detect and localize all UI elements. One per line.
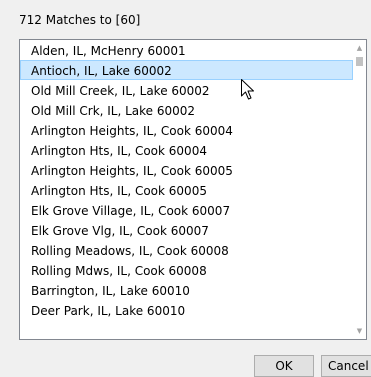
ok-button[interactable]: OK xyxy=(254,355,314,377)
list-item[interactable]: Arlington Heights, IL, Cook 60005 xyxy=(20,160,353,180)
cancel-button[interactable]: Cancel xyxy=(321,355,371,377)
list-item[interactable]: Arlington Hts, IL, Cook 60005 xyxy=(20,180,353,200)
list-item-selected[interactable]: Antioch, IL, Lake 60002 xyxy=(20,60,353,80)
mouse-pointer-icon xyxy=(240,78,256,102)
vertical-scrollbar[interactable]: ▲ ▼ xyxy=(353,40,366,339)
matches-listbox[interactable]: Alden, IL, McHenry 60001 Antioch, IL, La… xyxy=(19,39,367,340)
scroll-up-arrow-icon[interactable]: ▲ xyxy=(353,42,366,54)
list-item[interactable]: Alden, IL, McHenry 60001 xyxy=(20,40,353,60)
list-item[interactable]: Old Mill Creek, IL, Lake 60002 xyxy=(20,80,353,100)
list-item[interactable]: Old Mill Crk, IL, Lake 60002 xyxy=(20,100,353,120)
scroll-thumb[interactable] xyxy=(356,57,363,66)
matches-list-rows: Alden, IL, McHenry 60001 Antioch, IL, La… xyxy=(20,40,353,339)
list-item[interactable]: Rolling Mdws, IL, Cook 60008 xyxy=(20,260,353,280)
list-item[interactable]: Deer Park, IL, Lake 60010 xyxy=(20,300,353,320)
list-item[interactable]: Arlington Hts, IL, Cook 60004 xyxy=(20,140,353,160)
list-item[interactable]: Rolling Meadows, IL, Cook 60008 xyxy=(20,240,353,260)
scroll-down-arrow-icon[interactable]: ▼ xyxy=(353,325,366,337)
match-count-header: 712 Matches to [60] xyxy=(19,13,141,27)
list-item[interactable]: Barrington, IL, Lake 60010 xyxy=(20,280,353,300)
list-item[interactable]: Arlington Heights, IL, Cook 60004 xyxy=(20,120,353,140)
list-item[interactable]: Elk Grove Village, IL, Cook 60007 xyxy=(20,200,353,220)
list-item[interactable]: Elk Grove Vlg, IL, Cook 60007 xyxy=(20,220,353,240)
